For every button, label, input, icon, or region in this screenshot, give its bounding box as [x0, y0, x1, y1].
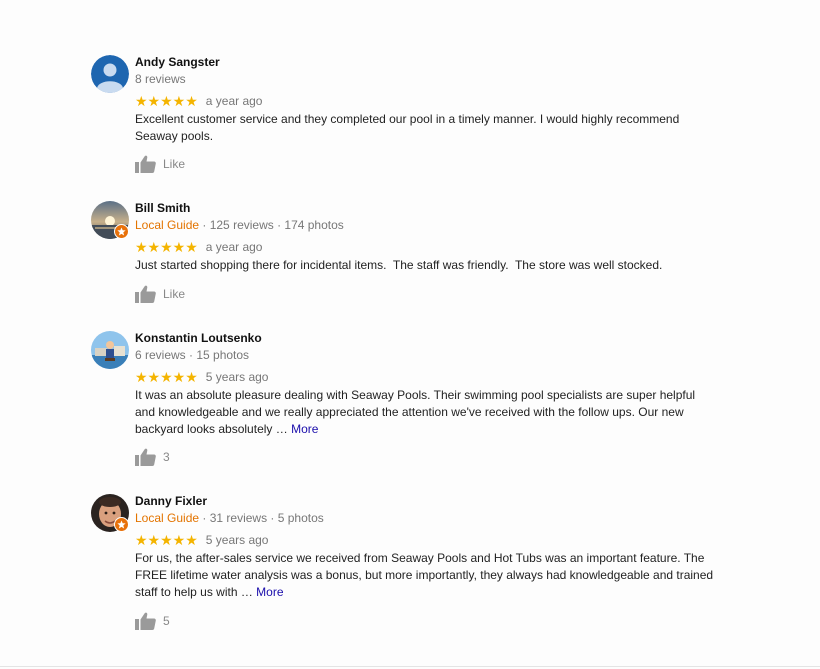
divider — [0, 666, 820, 667]
review-text: Excellent customer service and they comp… — [135, 111, 715, 145]
reviewer-meta: 6 reviews · 15 photos — [135, 347, 715, 363]
like-button[interactable]: Like — [135, 154, 185, 174]
like-button[interactable]: 3 — [135, 447, 170, 467]
default-avatar-icon[interactable] — [91, 55, 129, 93]
rating-row: ★★★★★ 5 years ago — [135, 369, 715, 385]
review-time: a year ago — [205, 240, 263, 254]
more-link[interactable]: More — [256, 585, 283, 599]
local-guide-badge-icon — [114, 224, 129, 239]
reviewer-meta: Local Guide · 125 reviews · 174 photos — [135, 217, 715, 233]
review-text: For us, the after-sales service we recei… — [135, 550, 715, 601]
star-rating: ★★★★★ — [135, 239, 198, 255]
like-count: 3 — [163, 450, 170, 464]
review-body: For us, the after-sales service we recei… — [135, 551, 714, 599]
star-rating: ★★★★★ — [135, 532, 198, 548]
review-text: It was an absolute pleasure dealing with… — [135, 387, 715, 438]
star-rating: ★★★★★ — [135, 93, 198, 109]
reviewer-name[interactable]: Andy Sangster — [135, 55, 715, 70]
review-body: Just started shopping there for incident… — [135, 258, 663, 272]
thumbs-up-icon — [135, 448, 156, 466]
like-count: 5 — [163, 614, 170, 628]
like-label: Like — [163, 157, 186, 171]
local-guide-label[interactable]: Local Guide — [135, 218, 199, 232]
reviewer-name[interactable]: Bill Smith — [135, 201, 715, 216]
reviewer-avatar[interactable] — [91, 331, 129, 369]
like-label: Like — [163, 287, 186, 301]
reviewer-name[interactable]: Danny Fixler — [135, 494, 715, 509]
reviewer-stats: 6 reviews · 15 photos — [135, 348, 250, 362]
review-time: a year ago — [205, 94, 263, 108]
thumbs-up-icon — [135, 155, 156, 173]
rating-row: ★★★★★ a year ago — [135, 93, 715, 109]
review-text: Just started shopping there for incident… — [135, 257, 715, 274]
review-body: Excellent customer service and they comp… — [135, 112, 680, 143]
rating-row: ★★★★★ a year ago — [135, 239, 715, 255]
reviewer-meta: Local Guide · 31 reviews · 5 photos — [135, 510, 715, 526]
star-rating: ★★★★★ — [135, 369, 198, 385]
reviewer-name[interactable]: Konstantin Loutsenko — [135, 331, 715, 346]
like-button[interactable]: 5 — [135, 611, 170, 631]
review-time: 5 years ago — [205, 533, 269, 547]
reviewer-stats: · 125 reviews · 174 photos — [199, 218, 344, 232]
reviewer-meta: 8 reviews — [135, 71, 715, 87]
like-button[interactable]: Like — [135, 284, 185, 304]
reviewer-stats: 8 reviews — [135, 72, 186, 86]
thumbs-up-icon — [135, 285, 156, 303]
more-link[interactable]: More — [291, 422, 318, 436]
local-guide-label[interactable]: Local Guide — [135, 511, 199, 525]
reviewer-stats: · 31 reviews · 5 photos — [199, 511, 324, 525]
thumbs-up-icon — [135, 612, 156, 630]
rating-row: ★★★★★ 5 years ago — [135, 532, 715, 548]
review-body: It was an absolute pleasure dealing with… — [135, 388, 696, 436]
review-time: 5 years ago — [205, 370, 269, 384]
local-guide-badge-icon — [114, 517, 129, 532]
